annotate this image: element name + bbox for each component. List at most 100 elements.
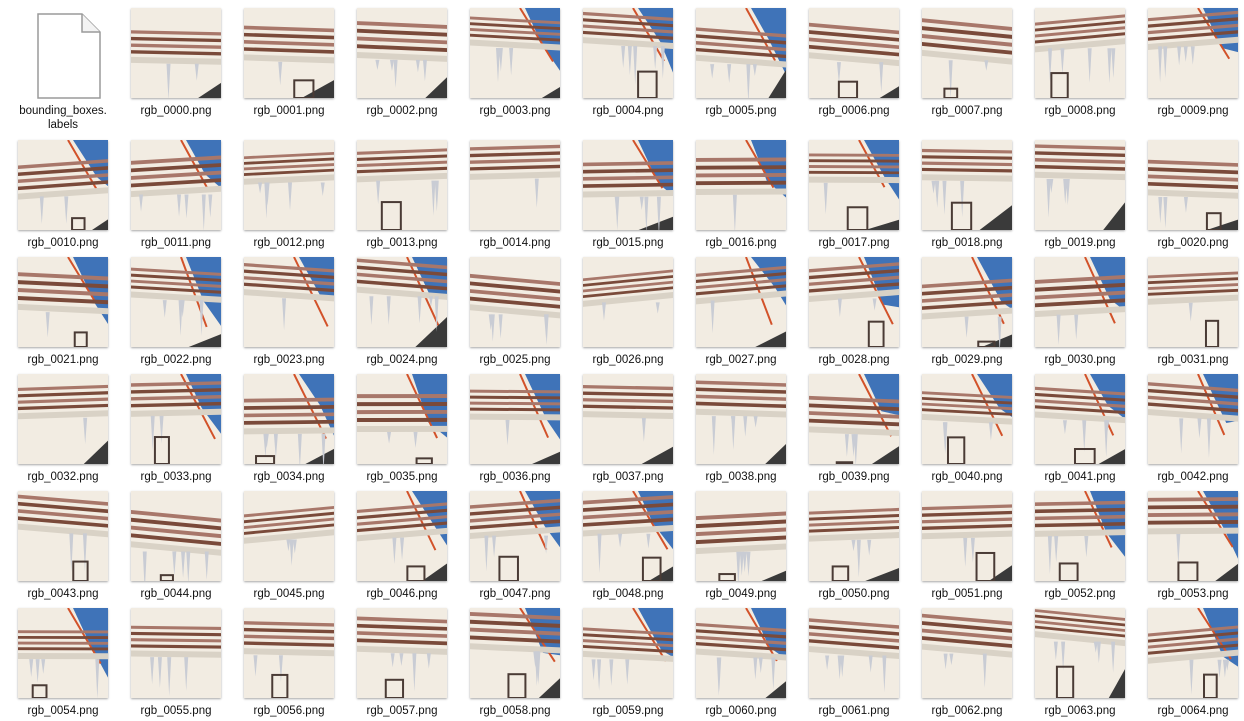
file-name-label: rgb_0043.png [27,588,99,600]
file-name-label: rgb_0031.png [1157,354,1229,366]
image-thumbnail [809,491,899,581]
image-thumbnail [357,140,447,230]
file-name-label: rgb_0046.png [366,588,438,600]
file-name-label: rgb_0026.png [592,354,664,366]
image-thumbnail [922,257,1012,347]
file-name-label: rgb_0018.png [931,237,1003,249]
file-name-label: rgb_0064.png [1157,705,1229,717]
file-grid: bounding_boxes. labels rgb_0000.png rgb_000… [0,0,1244,721]
file-name-label: rgb_0050.png [818,588,890,600]
file-name-label: rgb_0057.png [366,705,438,717]
image-thumbnail [922,374,1012,464]
file-name-label: rgb_0047.png [479,588,551,600]
image-thumbnail [244,608,334,698]
image-thumbnail [1148,257,1238,347]
image-thumbnail [922,491,1012,581]
file-name-label: rgb_0045.png [253,588,325,600]
image-thumbnail [583,491,673,581]
file-name-label: rgb_0016.png [705,237,777,249]
file-name-label: rgb_0027.png [705,354,777,366]
file-name-label: rgb_0022.png [140,354,212,366]
file-name-label: rgb_0038.png [705,471,777,483]
image-thumbnail [1035,374,1125,464]
image-thumbnail [809,8,899,98]
file-name-label: rgb_0052.png [1044,588,1116,600]
file-name-label: bounding_boxes. labels [19,105,107,131]
file-name-label: rgb_0039.png [818,471,890,483]
image-thumbnail [1035,608,1125,698]
image-thumbnail [18,374,108,464]
image-thumbnail [470,374,560,464]
file-name-label: rgb_0010.png [27,237,99,249]
image-thumbnail [244,374,334,464]
image-thumbnail [809,140,899,230]
file-name-label: rgb_0060.png [705,705,777,717]
image-thumbnail [583,608,673,698]
file-name-label: rgb_0033.png [140,471,212,483]
file-name-label: rgb_0015.png [592,237,664,249]
file-name-label: rgb_0058.png [479,705,551,717]
image-thumbnail [470,257,560,347]
file-name-label: rgb_0003.png [479,105,551,117]
image-thumbnail [244,8,334,98]
image-thumbnail [470,491,560,581]
file-name-label: rgb_0044.png [140,588,212,600]
file-name-label: rgb_0012.png [253,237,325,249]
file-name-label: rgb_0011.png [140,237,212,249]
image-thumbnail [131,140,221,230]
image-thumbnail [1148,491,1238,581]
image-thumbnail [809,608,899,698]
file-name-label: rgb_0059.png [592,705,664,717]
image-thumbnail [357,257,447,347]
file-name-label: rgb_0049.png [705,588,777,600]
image-thumbnail [131,608,221,698]
image-thumbnail [18,491,108,581]
image-thumbnail [357,491,447,581]
file-name-label: rgb_0004.png [592,105,664,117]
image-thumbnail [18,257,108,347]
image-thumbnail [1035,140,1125,230]
file-name-label: rgb_0048.png [592,588,664,600]
file-name-label: rgb_0056.png [253,705,325,717]
image-thumbnail [922,140,1012,230]
file-name-label: rgb_0061.png [818,705,890,717]
file-name-label: rgb_0041.png [1044,471,1116,483]
image-thumbnail [583,257,673,347]
file-name-label: rgb_0008.png [1044,105,1116,117]
file-name-label: rgb_0009.png [1157,105,1229,117]
image-thumbnail [583,374,673,464]
file-name-label: rgb_0002.png [366,105,438,117]
image-thumbnail [696,257,786,347]
image-thumbnail [696,608,786,698]
file-name-label: rgb_0024.png [366,354,438,366]
image-thumbnail [1035,8,1125,98]
file-name-label: rgb_0055.png [140,705,212,717]
file-name-label: rgb_0042.png [1157,471,1229,483]
file-name-label: rgb_0029.png [931,354,1003,366]
image-thumbnail [696,374,786,464]
file-name-label: rgb_0006.png [818,105,890,117]
image-thumbnail [696,491,786,581]
image-thumbnail [1035,257,1125,347]
image-thumbnail [696,8,786,98]
image-thumbnail [583,8,673,98]
file-name-label: rgb_0000.png [140,105,212,117]
file-name-label: rgb_0023.png [253,354,325,366]
file-name-label: rgb_0021.png [27,354,99,366]
file-name-label: rgb_0032.png [27,471,99,483]
image-thumbnail [357,8,447,98]
file-name-label: rgb_0014.png [479,237,551,249]
image-thumbnail [809,374,899,464]
file-name-label: rgb_0053.png [1157,588,1229,600]
image-thumbnail [244,140,334,230]
file-name-label: rgb_0030.png [1044,354,1116,366]
file-name-label: rgb_0062.png [931,705,1003,717]
image-thumbnail [696,140,786,230]
file-name-label: rgb_0034.png [253,471,325,483]
image-thumbnail [922,608,1012,698]
image-thumbnail [470,8,560,98]
image-thumbnail [244,491,334,581]
document-icon [34,12,104,100]
image-thumbnail [244,257,334,347]
image-thumbnail [1148,140,1238,230]
